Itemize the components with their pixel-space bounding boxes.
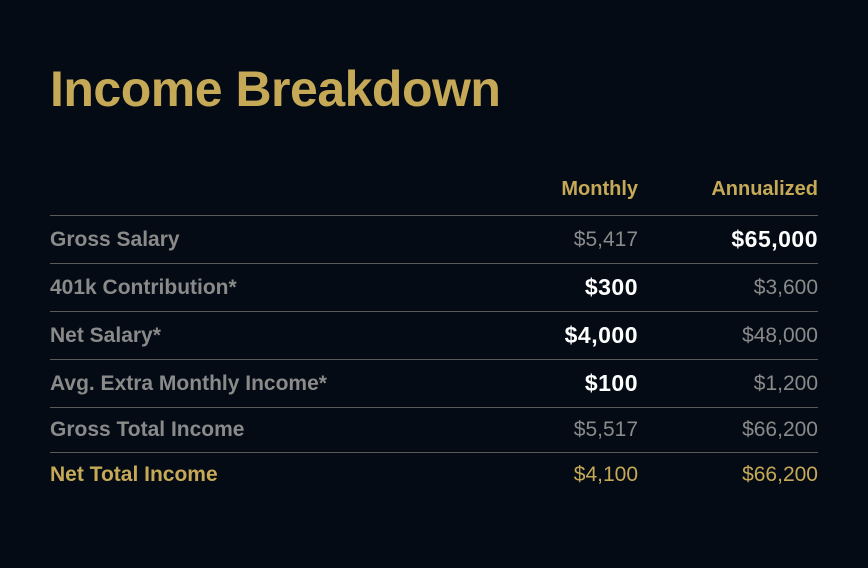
row-monthly: $5,417 (498, 228, 658, 252)
header-annualized: Annualized (658, 178, 818, 201)
page-title: Income Breakdown (50, 60, 818, 118)
row-annualized: $3,600 (658, 276, 818, 300)
row-label: 401k Contribution* (50, 276, 498, 300)
table-row: Net Salary*$4,000$48,000 (50, 311, 818, 359)
row-monthly: $300 (498, 274, 658, 301)
row-monthly: $4,000 (498, 322, 658, 349)
row-label: Gross Salary (50, 228, 498, 252)
row-annualized: $1,200 (658, 372, 818, 396)
row-monthly: $4,100 (498, 463, 658, 487)
row-annualized: $48,000 (658, 324, 818, 348)
table-row: Gross Total Income$5,517$66,200 (50, 407, 818, 452)
row-monthly: $100 (498, 370, 658, 397)
row-label: Gross Total Income (50, 418, 498, 442)
row-annualized: $66,200 (658, 418, 818, 442)
table-row: 401k Contribution*$300$3,600 (50, 263, 818, 311)
table-row: Avg. Extra Monthly Income*$100$1,200 (50, 359, 818, 407)
table-row: Net Total Income$4,100$66,200 (50, 452, 818, 497)
table-row: Gross Salary$5,417$65,000 (50, 215, 818, 263)
row-label: Net Total Income (50, 463, 498, 487)
header-monthly: Monthly (498, 178, 658, 201)
row-annualized: $66,200 (658, 463, 818, 487)
row-annualized: $65,000 (658, 226, 818, 253)
income-table: Monthly Annualized Gross Salary$5,417$65… (50, 178, 818, 497)
row-label: Avg. Extra Monthly Income* (50, 372, 498, 396)
row-label: Net Salary* (50, 324, 498, 348)
table-header: Monthly Annualized (50, 178, 818, 215)
row-monthly: $5,517 (498, 418, 658, 442)
table-body: Gross Salary$5,417$65,000401k Contributi… (50, 215, 818, 497)
